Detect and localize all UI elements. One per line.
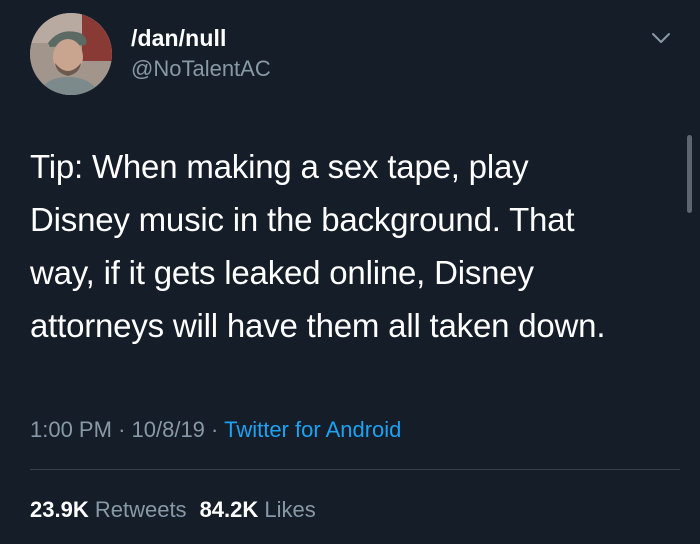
divider <box>30 469 680 470</box>
tweet-text-line: way, if it gets leaked online, Disney <box>30 254 534 291</box>
scrollbar-thumb[interactable] <box>687 135 692 213</box>
meta-separator: · <box>211 417 219 442</box>
tweet-text-line: attorneys will have them all taken down. <box>30 307 606 344</box>
tweet-date: 10/8/19 <box>131 417 205 442</box>
likes-stat[interactable]: 84.2K Likes <box>200 497 316 522</box>
retweets-count: 23.9K <box>30 497 89 522</box>
author-handle[interactable]: @NoTalentAC <box>131 56 271 82</box>
tweet-metadata: 1:00 PM · 10/8/19 · Twitter for Android <box>30 417 401 443</box>
author-display-name[interactable]: /dan/null <box>131 25 226 52</box>
avatar-photo-icon <box>30 13 112 95</box>
likes-label: Likes <box>264 497 316 522</box>
meta-separator: · <box>118 417 126 442</box>
retweets-label: Retweets <box>94 497 187 522</box>
likes-count: 84.2K <box>199 497 259 522</box>
retweets-stat[interactable]: 23.9K Retweets <box>30 497 187 522</box>
tweet-text: Tip: When making a sex tape, play Disney… <box>30 140 670 352</box>
tweet-card: /dan/null @NoTalentAC Tip: When making a… <box>0 0 700 544</box>
tweet-stats: 23.9K Retweets 84.2K Likes <box>30 497 316 523</box>
tweet-source-link[interactable]: Twitter for Android <box>224 417 401 442</box>
author-avatar[interactable] <box>30 13 112 95</box>
chevron-down-icon[interactable] <box>650 30 672 46</box>
tweet-text-line: Tip: When making a sex tape, play <box>30 148 529 185</box>
tweet-text-line: Disney music in the background. That <box>30 201 575 238</box>
tweet-time: 1:00 PM <box>30 417 112 442</box>
